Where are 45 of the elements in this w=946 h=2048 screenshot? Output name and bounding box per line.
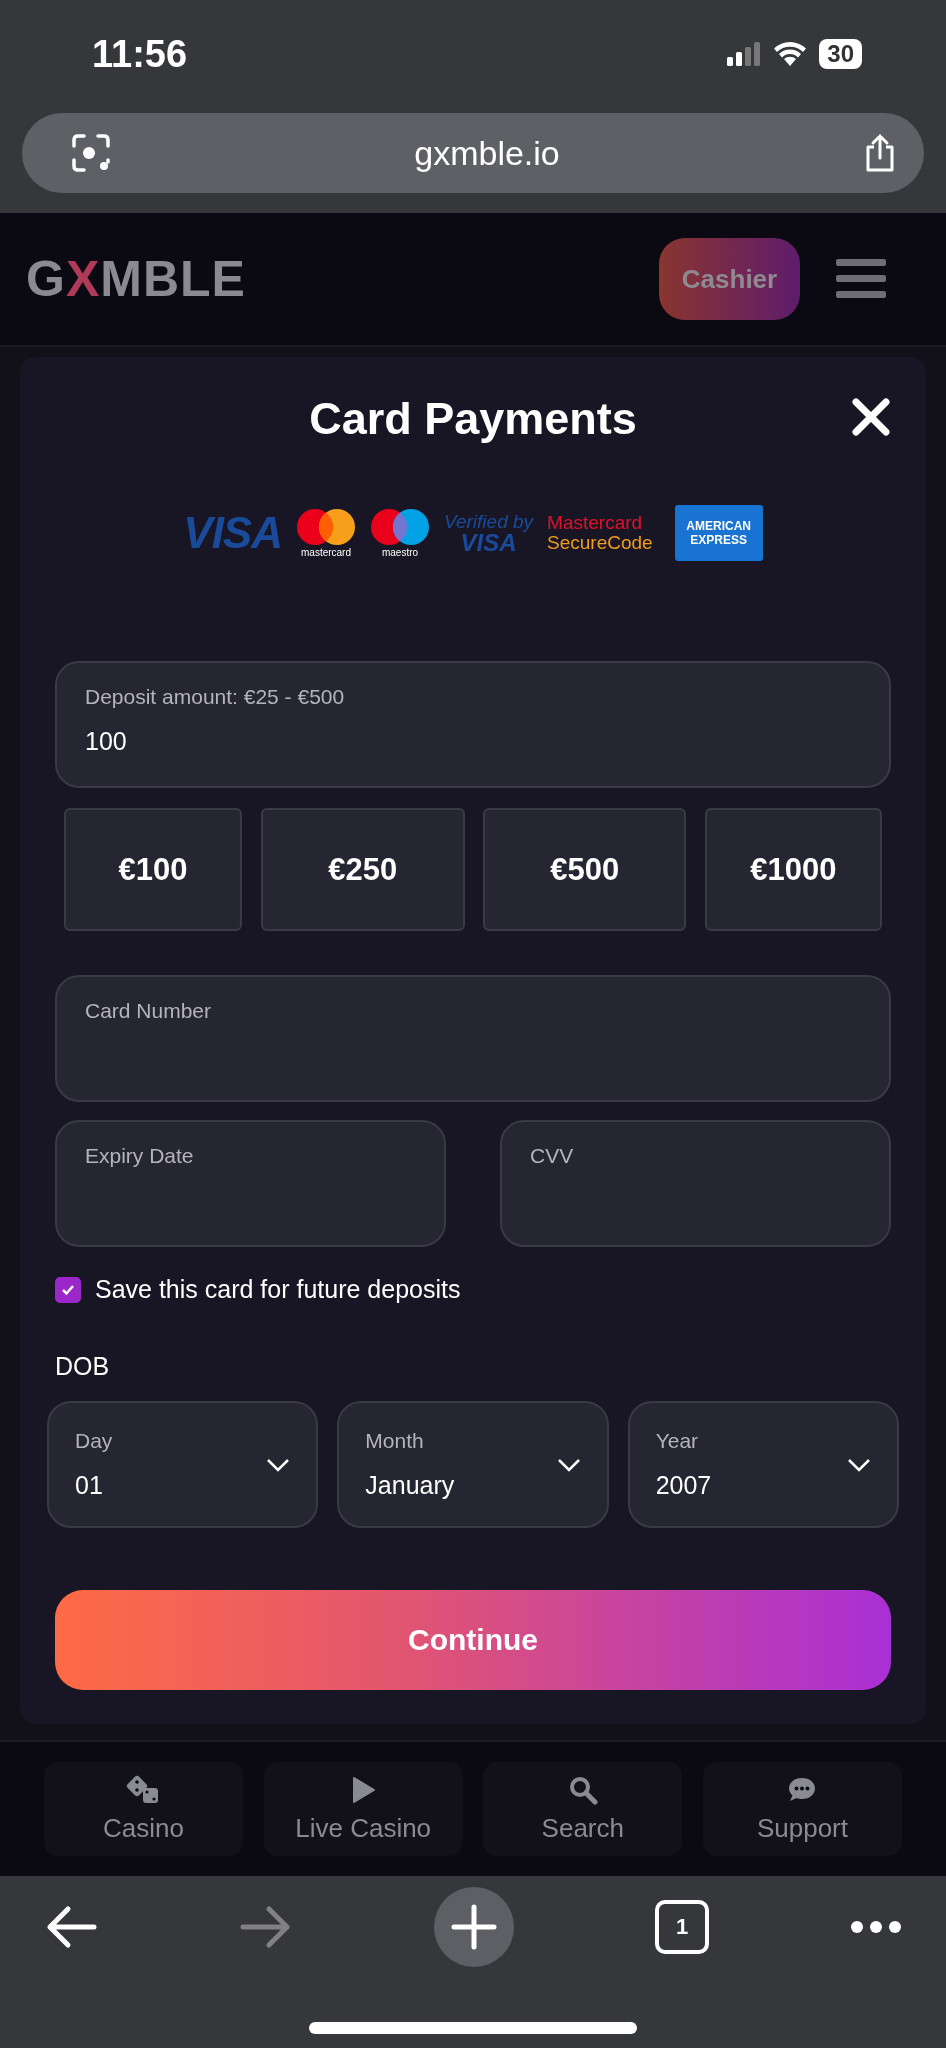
card-number-field[interactable]: Card Number <box>55 975 891 1102</box>
chevron-down-icon <box>266 1457 291 1472</box>
amex-logo: AMERICAN EXPRESS <box>674 505 763 561</box>
visa-logo: VISA <box>183 508 282 558</box>
save-card-label: Save this card for future deposits <box>95 1275 461 1304</box>
maestro-logo: maestro <box>370 508 430 558</box>
clock-time: 11:56 <box>92 32 188 76</box>
url-text: gxmble.io <box>414 133 560 173</box>
deposit-amount-field[interactable]: Deposit amount: €25 - €500 100 <box>55 661 891 788</box>
close-icon[interactable] <box>851 397 891 437</box>
continue-button[interactable]: Continue <box>55 1590 891 1690</box>
mastercard-logo: mastercard <box>296 508 356 558</box>
amount-button[interactable]: €250 <box>260 808 465 931</box>
nav-tab[interactable]: Support <box>702 1762 902 1856</box>
dob-select[interactable]: Day 01 <box>47 1401 319 1528</box>
chevron-down-icon <box>847 1457 871 1472</box>
site-logo[interactable]: GXMBLE <box>26 250 246 308</box>
checkbox[interactable] <box>55 1276 81 1303</box>
dob-select[interactable]: Month January <box>337 1401 609 1528</box>
new-tab-icon[interactable] <box>434 1887 514 1967</box>
wifi-icon <box>773 41 808 67</box>
battery-level: 30 <box>819 39 862 69</box>
forward-icon[interactable] <box>239 1905 293 1949</box>
expiry-date-field[interactable]: Expiry Date <box>55 1120 446 1247</box>
cvv-field[interactable]: CVV <box>500 1120 891 1247</box>
signal-icon <box>727 42 762 66</box>
nav-tab[interactable]: Casino <box>44 1762 243 1856</box>
amount-button[interactable]: €100 <box>64 808 242 931</box>
verified-by-visa-logo: Verified by VISA <box>444 511 534 555</box>
chevron-down-icon <box>556 1457 581 1472</box>
amount-button[interactable]: €1000 <box>704 808 882 931</box>
search-icon <box>567 1774 598 1805</box>
dialog-title: Card Payments <box>309 393 637 445</box>
amount-button[interactable]: €500 <box>483 808 687 931</box>
dob-select[interactable]: Year 2007 <box>627 1401 899 1528</box>
camera-icon[interactable] <box>70 132 112 174</box>
tab-count-button[interactable]: 1 <box>655 1900 709 1954</box>
more-icon[interactable] <box>850 1920 902 1934</box>
securecode-logo: Mastercard SecureCode <box>547 513 653 553</box>
nav-tab[interactable]: Search <box>483 1762 683 1856</box>
check-icon <box>61 1283 75 1296</box>
nav-tab[interactable]: Live Casino <box>263 1762 463 1856</box>
dob-label: DOB <box>55 1352 111 1381</box>
menu-icon[interactable] <box>836 257 886 301</box>
address-bar[interactable]: gxmble.io <box>22 113 924 193</box>
